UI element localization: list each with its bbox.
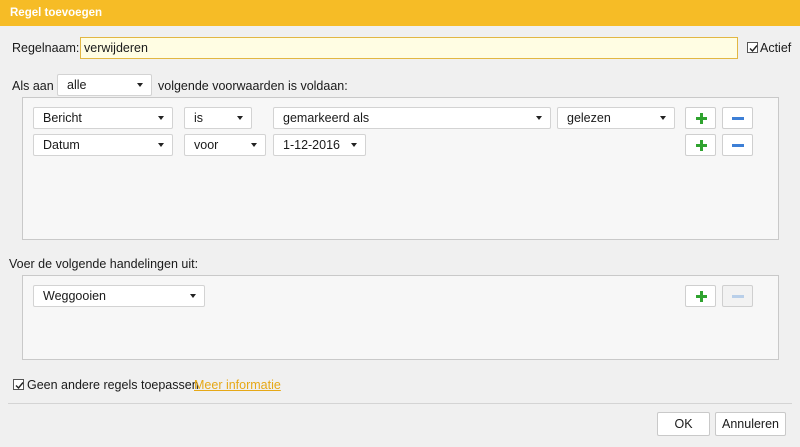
rule-name-label: Regelnaam: (12, 41, 80, 55)
minus-icon (732, 144, 744, 147)
match-mode-value: alle (67, 78, 87, 92)
ok-button[interactable]: OK (657, 412, 710, 436)
no-other-rules-checkbox[interactable] (13, 379, 24, 390)
add-rule-dialog: Regel toevoegen Regelnaam: Actief Als aa… (0, 0, 800, 447)
checkmark-icon (749, 45, 758, 53)
rule-name-input[interactable] (80, 37, 738, 59)
condition-2-field-value: Datum (43, 138, 80, 152)
conditions-suffix-label: volgende voorwaarden is voldaan: (158, 79, 348, 93)
chevron-down-icon (351, 143, 357, 147)
condition-2-operator-select[interactable]: voor (184, 134, 266, 156)
match-mode-select[interactable]: alle (57, 74, 152, 96)
remove-condition-2-button[interactable] (722, 134, 753, 156)
condition-1-value-select[interactable]: gemarkeerd als (273, 107, 551, 129)
add-condition-button[interactable] (685, 107, 716, 129)
chevron-down-icon (137, 83, 143, 87)
footer-divider (8, 403, 792, 404)
condition-2-field-select[interactable]: Datum (33, 134, 173, 156)
condition-1-operator-value: is (194, 111, 204, 125)
chevron-down-icon (158, 143, 164, 147)
condition-2-date-picker[interactable]: 1-12-2016 (273, 134, 366, 156)
condition-1-value: gemarkeerd als (283, 111, 370, 125)
add-condition-button-2[interactable] (685, 134, 716, 156)
plus-icon (696, 291, 707, 302)
action-1-select[interactable]: Weggooien (33, 285, 205, 307)
checkmark-icon (15, 382, 24, 390)
condition-1-operator-select[interactable]: is (184, 107, 252, 129)
condition-1-extra-value: gelezen (567, 111, 611, 125)
remove-condition-1-button[interactable] (722, 107, 753, 129)
minus-icon (732, 295, 744, 298)
remove-action-button (722, 285, 753, 307)
plus-icon (696, 140, 707, 151)
chevron-down-icon (237, 116, 243, 120)
chevron-down-icon (536, 116, 542, 120)
chevron-down-icon (251, 143, 257, 147)
plus-icon (696, 113, 707, 124)
condition-1-field-select[interactable]: Bericht (33, 107, 173, 129)
action-1-value: Weggooien (43, 289, 107, 303)
condition-2-date-value: 1-12-2016 (283, 138, 340, 152)
dialog-title: Regel toevoegen (0, 0, 800, 26)
actions-header-label: Voer de volgende handelingen uit: (9, 257, 199, 271)
active-checkbox[interactable] (747, 42, 758, 53)
condition-1-field-value: Bericht (43, 111, 82, 125)
minus-icon (732, 117, 744, 120)
no-other-rules-label: Geen andere regels toepassen (27, 378, 199, 392)
cancel-button[interactable]: Annuleren (715, 412, 786, 436)
conditions-prefix-label: Als aan (12, 79, 54, 93)
add-action-button[interactable] (685, 285, 716, 307)
condition-1-extra-select[interactable]: gelezen (557, 107, 675, 129)
more-info-link[interactable]: Meer informatie (194, 378, 281, 392)
chevron-down-icon (158, 116, 164, 120)
chevron-down-icon (660, 116, 666, 120)
chevron-down-icon (190, 294, 196, 298)
active-label: Actief (760, 41, 792, 55)
condition-2-operator-value: voor (194, 138, 219, 152)
